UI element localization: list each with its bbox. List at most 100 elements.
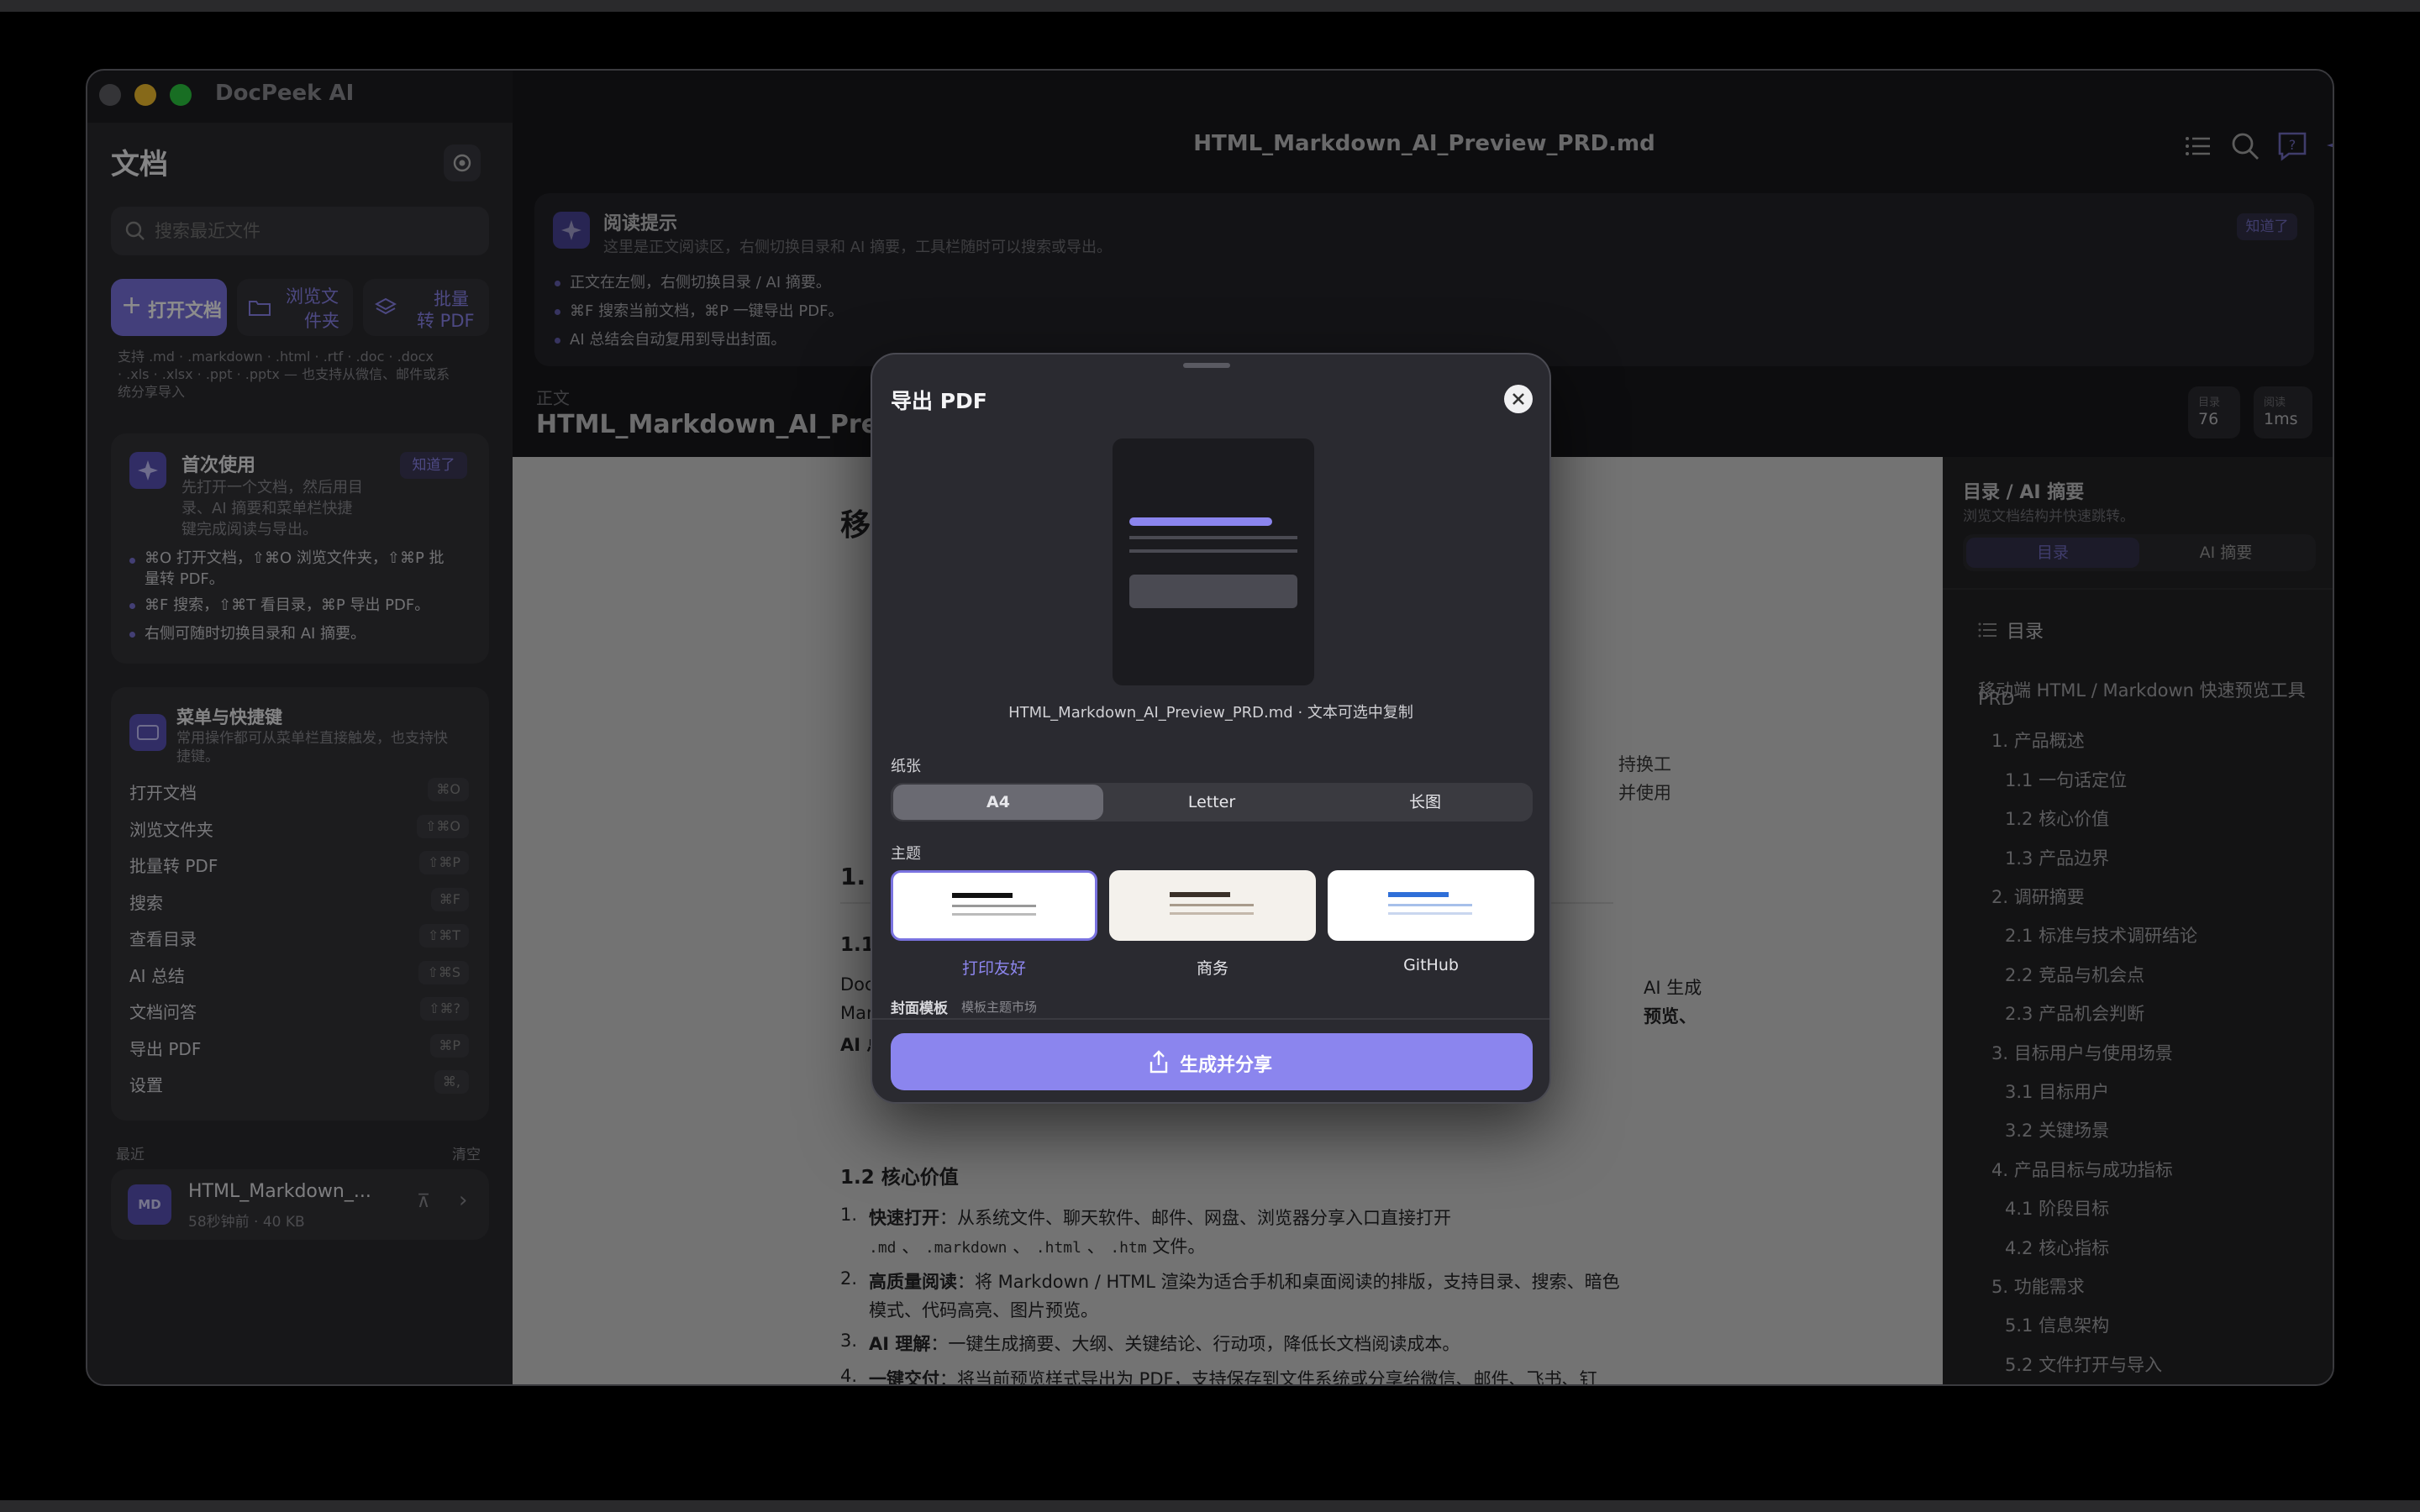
theme-preview-line xyxy=(1170,904,1254,906)
first-use-tip-1: ⌘O 打开文档，⇧⌘O 浏览文件夹，⇧⌘P 批 量转 PDF。 xyxy=(145,548,445,590)
paper-option-long-image[interactable]: 长图 xyxy=(1320,785,1530,820)
shortcut-row[interactable]: 批量转 PDF xyxy=(129,853,218,877)
toc-item[interactable]: 1. 产品概述 xyxy=(1991,727,2085,753)
cover-template-market-link[interactable]: 模板主题市场 xyxy=(961,998,1037,1016)
stat-toc-count: 目录 76 xyxy=(2188,386,2240,438)
toc-list-button[interactable] xyxy=(2183,131,2213,161)
doc-para-fragment-1: Doc xyxy=(840,974,875,995)
toc-item[interactable]: 5.2 文件打开与导入 xyxy=(2005,1352,2162,1377)
batch-pdf-button[interactable]: 批量 转 PDF xyxy=(363,279,489,336)
shortcut-row[interactable]: 打开文档 xyxy=(129,780,197,804)
shortcut-key: ⇧⌘P xyxy=(418,851,469,874)
generate-and-share-button[interactable]: 生成并分享 xyxy=(891,1033,1533,1090)
theme-card-github[interactable] xyxy=(1328,870,1534,941)
toc-item[interactable]: 移动端 HTML / Markdown 快速预览工具 xyxy=(1978,677,2306,702)
clear-recent-button[interactable]: 清空 xyxy=(452,1142,481,1163)
bullet xyxy=(129,603,135,609)
open-document-button[interactable]: + 打开文档 xyxy=(111,279,227,336)
toc-item[interactable]: 2.3 产品机会判断 xyxy=(2005,1000,2144,1026)
doc-right-fragment-3: 持换工 xyxy=(1618,754,1671,774)
settings-button[interactable] xyxy=(444,144,481,181)
theme-card-business[interactable] xyxy=(1109,870,1316,941)
paper-size-segmented: A4 Letter 长图 xyxy=(891,783,1533,822)
toc-item[interactable]: PRD xyxy=(1978,689,2014,709)
toc-item[interactable]: 2.1 标准与技术调研结论 xyxy=(2005,922,2197,948)
reading-tip-title: 阅读提示 xyxy=(603,213,678,234)
theme-preview-line xyxy=(1170,892,1230,897)
doc-list-item-2-line2: 模式、代码高亮、图片预览。 xyxy=(869,1300,1098,1320)
theme-card-print-friendly[interactable] xyxy=(891,870,1097,941)
tab-toc[interactable]: 目录 xyxy=(1966,538,2139,568)
recent-file-item[interactable]: MD HTML_Markdown_... 58秒钟前 · 40 KB ⊼ › xyxy=(111,1169,489,1240)
question-bubble-icon: ? xyxy=(2278,132,2307,161)
shortcut-row[interactable]: 搜索 xyxy=(129,890,163,914)
doc-qa-button[interactable]: ? xyxy=(2277,131,2307,161)
toc-item[interactable]: 5.1 信息架构 xyxy=(2005,1312,2109,1337)
shortcut-row[interactable]: 设置 xyxy=(129,1072,163,1096)
shortcut-row[interactable]: 导出 PDF xyxy=(129,1036,201,1060)
svg-text:?: ? xyxy=(2289,137,2296,153)
toc-item[interactable]: 4. 产品目标与成功指标 xyxy=(1991,1157,2173,1182)
first-use-dismiss-button[interactable]: 知道了 xyxy=(400,452,467,479)
recent-file-name: HTML_Markdown_... xyxy=(188,1181,371,1202)
chevron-right-icon[interactable]: › xyxy=(459,1188,467,1213)
toc-item[interactable]: 3.1 目标用户 xyxy=(2005,1079,2109,1104)
first-use-tip-2: ⌘F 搜索，⇧⌘T 看目录，⌘P 导出 PDF。 xyxy=(145,596,430,614)
doc-right-fragment-4: 并使用 xyxy=(1618,783,1671,803)
toc-item[interactable]: 4.1 阶段目标 xyxy=(2005,1195,2109,1221)
doc-list-item-1: 快速打开：从系统文件、聊天软件、邮件、网盘、浏览器分享入口直接打开 xyxy=(869,1205,1451,1230)
theme-preview-line xyxy=(952,893,1013,898)
reading-tip-dismiss-button[interactable]: 知道了 xyxy=(2237,213,2297,240)
paper-label: 纸张 xyxy=(891,758,921,775)
drag-handle[interactable] xyxy=(1183,363,1230,368)
toc-item[interactable]: 4.2 核心指标 xyxy=(2005,1235,2109,1260)
toc-item[interactable]: 1.2 核心价值 xyxy=(2005,806,2109,831)
search-box[interactable] xyxy=(111,207,489,255)
search-input[interactable] xyxy=(155,215,474,247)
shortcut-row[interactable]: 浏览文件夹 xyxy=(129,816,213,841)
preview-line xyxy=(1129,549,1297,553)
doc-list-bold-4: 一键交付 xyxy=(869,1369,939,1386)
search-button[interactable] xyxy=(2230,131,2260,161)
shortcut-row[interactable]: 查看目录 xyxy=(129,926,197,950)
toc-item[interactable]: 3.2 关键场景 xyxy=(2005,1117,2109,1142)
doc-list-num-2: 2. xyxy=(840,1268,858,1289)
shortcut-key: ⌘F xyxy=(430,887,469,911)
search-icon xyxy=(125,221,145,240)
bullet xyxy=(129,558,135,564)
right-panel: 目录 / AI 摘要 浏览文档结构并快速跳转。 目录 AI 摘要 目录 移动端 … xyxy=(1943,457,2333,1384)
doc-section-label: 正文 xyxy=(536,388,570,408)
toc-item[interactable]: 3. 目标用户与使用场景 xyxy=(1991,1040,2173,1065)
reading-tip-banner: 阅读提示 这里是正文阅读区，右侧切换目录和 AI 摘要，工具栏随时可以搜索或导出… xyxy=(534,193,2314,366)
pdf-file-caption: HTML_Markdown_AI_Preview_PRD.md · 文本可选中复… xyxy=(1008,704,1413,722)
shortcut-key: ⇧⌘T xyxy=(418,924,469,948)
doc-list-text-3: ：一键生成摘要、大纲、关键结论、行动项，降低长文档阅读成本。 xyxy=(930,1334,1460,1354)
gear-icon xyxy=(453,154,471,172)
stat-reading-label: 阅读 xyxy=(2264,396,2286,409)
paper-option-letter[interactable]: Letter xyxy=(1107,785,1317,820)
browse-folder-button[interactable]: 浏览文 件夹 xyxy=(237,279,353,336)
sidebar: 文档 + 打开文档 浏览文 件夹 批量 转 PDF 支持 .md · .mark… xyxy=(87,123,513,1384)
paper-option-a4[interactable]: A4 xyxy=(893,785,1103,820)
toc-item[interactable]: 2. 调研摘要 xyxy=(1991,884,2085,909)
modal-close-button[interactable] xyxy=(1504,385,1533,413)
pin-icon[interactable]: ⊼ xyxy=(417,1191,430,1212)
toc-item[interactable]: 1.1 一句话定位 xyxy=(2005,767,2127,792)
first-use-desc-2: 录、AI 摘要和菜单栏快捷 xyxy=(182,500,353,517)
theme-preview-line xyxy=(1388,904,1472,906)
keyboard-icon xyxy=(129,714,166,751)
toc-item[interactable]: 2.2 竞品与机会点 xyxy=(2005,962,2144,987)
tab-ai-summary[interactable]: AI 摘要 xyxy=(2139,538,2312,568)
window-close-icon[interactable] xyxy=(99,84,121,106)
ai-summary-button[interactable] xyxy=(2324,131,2333,161)
sparkle-icon xyxy=(129,452,166,489)
toc-item[interactable]: 1.3 产品边界 xyxy=(2005,845,2109,870)
shortcut-row[interactable]: AI 总结 xyxy=(129,963,185,987)
code-ext-md: .md xyxy=(869,1239,897,1257)
shortcut-row[interactable]: 文档问答 xyxy=(129,999,197,1023)
file-type-badge: MD xyxy=(128,1184,171,1225)
window-zoom-icon[interactable] xyxy=(170,84,192,106)
stat-toc-value: 76 xyxy=(2198,410,2219,428)
toc-item[interactable]: 5. 功能需求 xyxy=(1991,1273,2085,1299)
window-minimize-icon[interactable] xyxy=(134,84,156,106)
